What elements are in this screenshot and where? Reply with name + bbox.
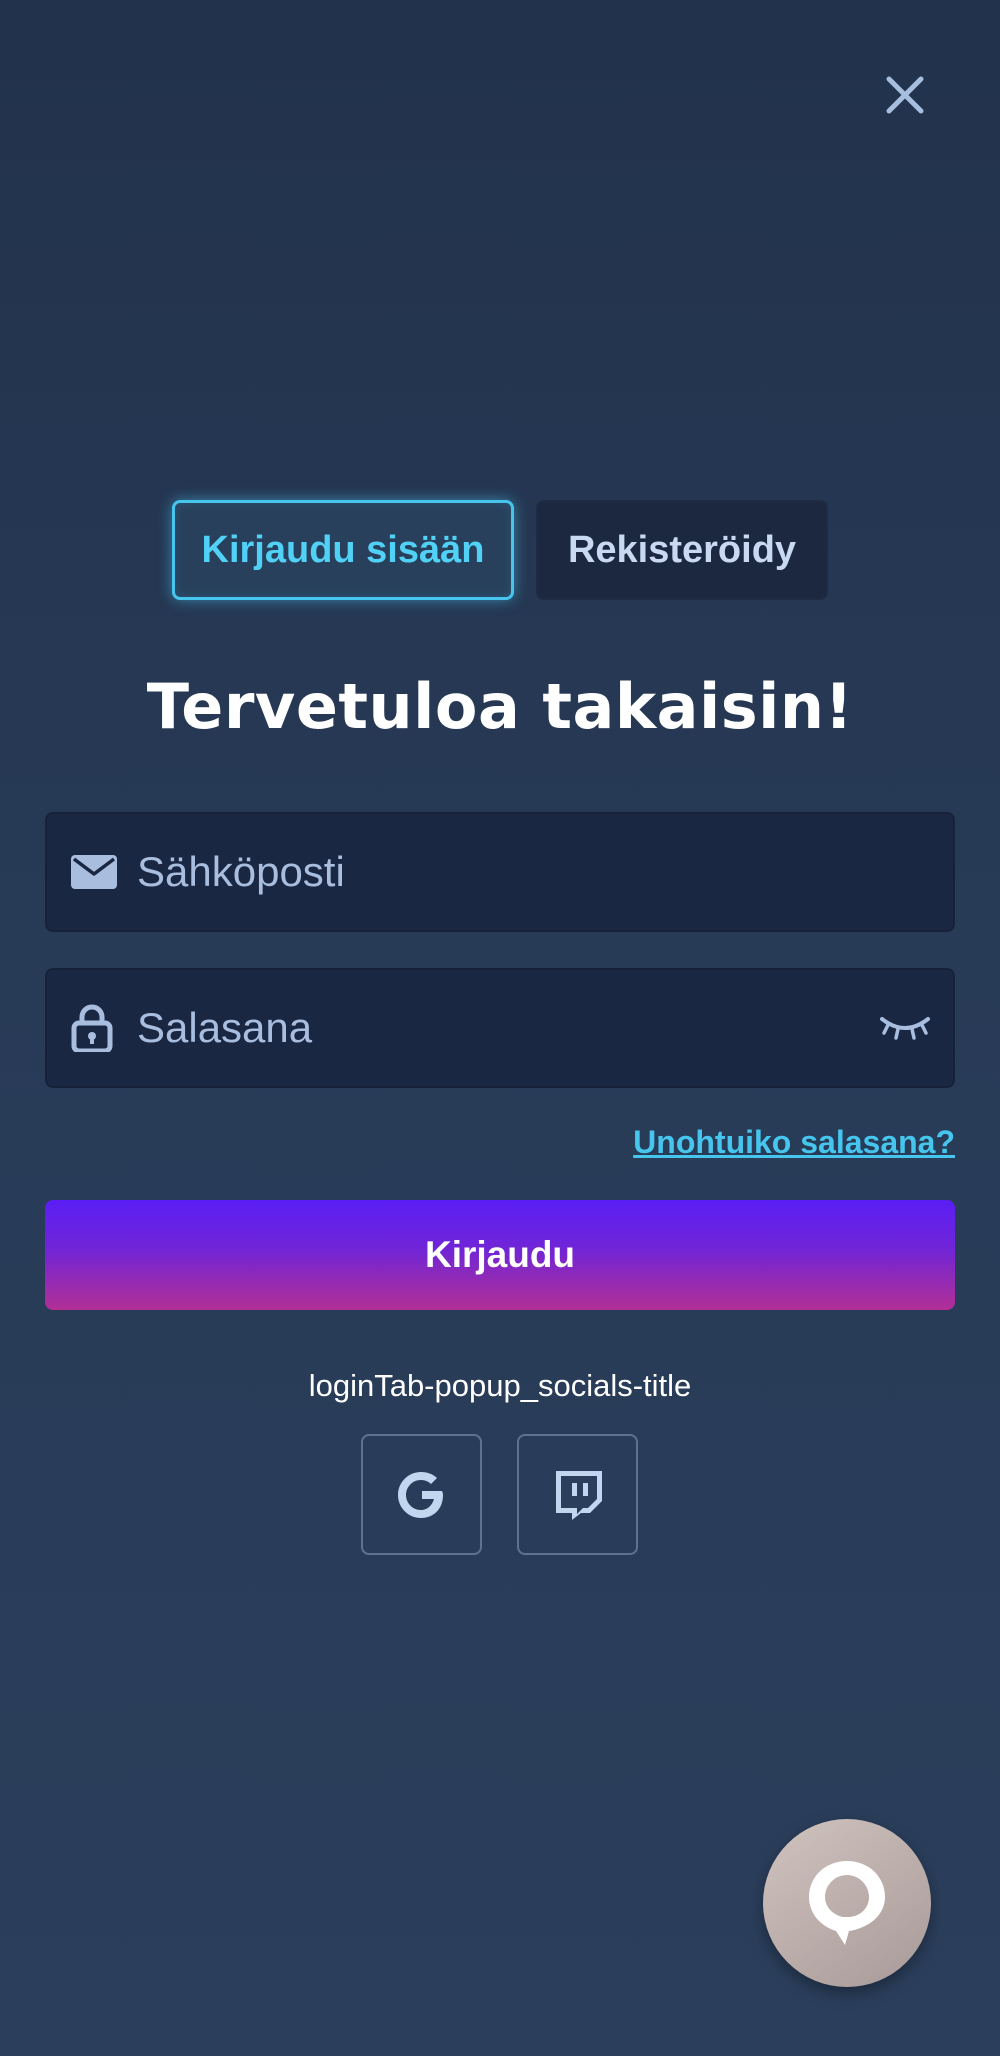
email-field[interactable]	[45, 812, 955, 932]
google-icon	[397, 1471, 443, 1518]
login-submit-button[interactable]: Kirjaudu	[45, 1200, 955, 1310]
envelope-icon	[71, 855, 117, 889]
welcome-heading: Tervetuloa takaisin!	[146, 670, 854, 743]
lock-icon	[71, 1004, 113, 1052]
socials-title: loginTab-popup_socials-title	[308, 1368, 692, 1403]
twitch-login-button[interactable]	[517, 1434, 638, 1555]
eye-closed-icon[interactable]	[879, 1013, 931, 1043]
password-input[interactable]	[137, 970, 863, 1086]
tab-register[interactable]: Rekisteröidy	[536, 500, 828, 600]
tab-register-label: Rekisteröidy	[567, 528, 797, 571]
twitch-icon	[555, 1470, 602, 1520]
password-field[interactable]	[45, 968, 955, 1088]
login-submit-label: Kirjaudu	[424, 1234, 576, 1275]
close-icon	[886, 76, 924, 114]
tab-login-label: Kirjaudu sisään	[201, 528, 485, 571]
tab-login[interactable]: Kirjaudu sisään	[172, 500, 514, 600]
email-input[interactable]	[137, 814, 863, 930]
auth-tabs: Kirjaudu sisään Rekisteröidy	[172, 500, 828, 600]
chat-button[interactable]	[763, 1819, 931, 1987]
google-login-button[interactable]	[361, 1434, 482, 1555]
forgot-password-link[interactable]: Unohtuiko salasana?	[633, 1124, 955, 1161]
close-button[interactable]	[880, 70, 930, 120]
chat-icon	[809, 1861, 885, 1945]
